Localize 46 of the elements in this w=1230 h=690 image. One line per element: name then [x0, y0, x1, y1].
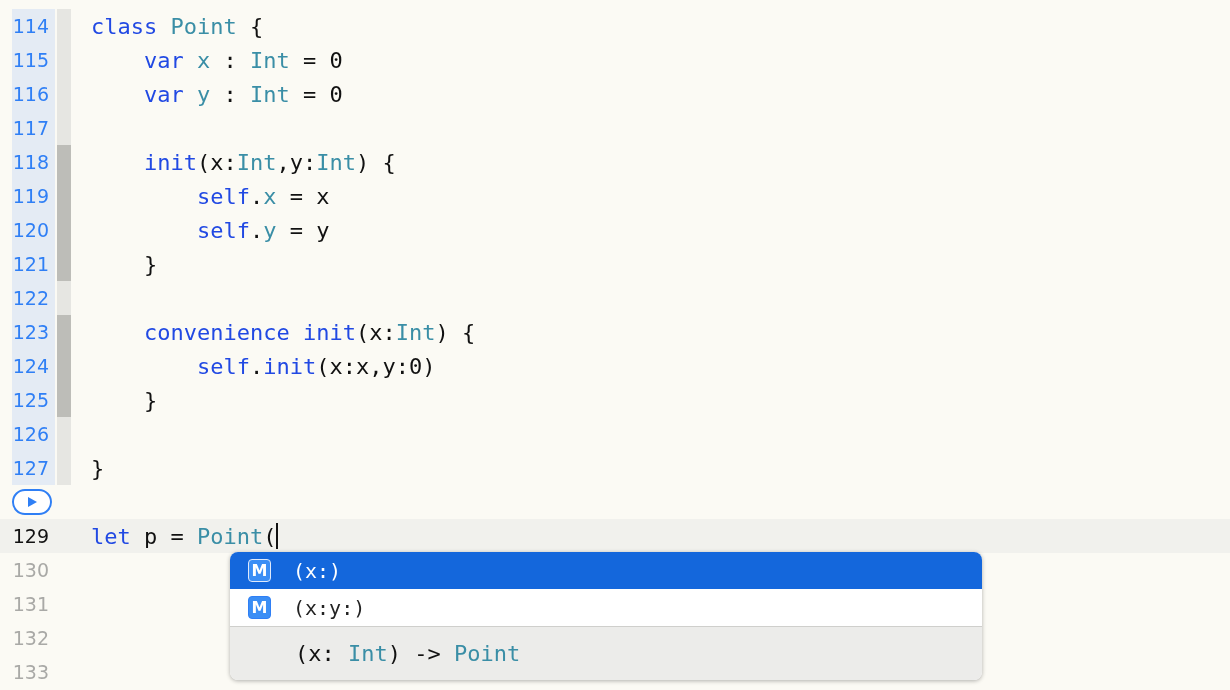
run-button[interactable] [12, 489, 52, 515]
line-number: 124 [12, 349, 55, 383]
code-line: self.x = x [195, 182, 330, 211]
text-cursor [276, 523, 279, 549]
line-number: 133 [12, 660, 50, 685]
line-number: 117 [12, 111, 55, 145]
code-line: init(x:Int,y:Int) { [142, 148, 396, 177]
line-number: 115 [12, 43, 55, 77]
code-line: var y : Int = 0 [142, 80, 343, 109]
line-number: 126 [12, 417, 55, 451]
line-number: 120 [12, 213, 55, 247]
line-number: 119 [12, 179, 55, 213]
line-number: 129 [12, 524, 50, 549]
fold-ribbon[interactable] [57, 145, 71, 179]
completion-item[interactable]: M (x:y:) [230, 589, 982, 626]
signature-detail: (x: Int) -> Point [230, 626, 982, 680]
code-line: let p = Point( [91, 522, 279, 551]
code-line: class Point { [91, 12, 264, 41]
fold-ribbon[interactable] [57, 383, 71, 417]
line-number: 121 [12, 247, 55, 281]
fold-ribbon[interactable] [57, 111, 71, 145]
line-number: 123 [12, 315, 55, 349]
line-number: 131 [12, 592, 50, 617]
method-badge: M [248, 559, 271, 582]
method-badge: M [248, 596, 271, 619]
code-line: var x : Int = 0 [142, 46, 343, 75]
fold-ribbon[interactable] [57, 281, 71, 315]
line-number: 132 [12, 626, 50, 651]
line-number: 130 [12, 558, 50, 583]
line-number: 127 [12, 451, 55, 485]
line-number: 118 [12, 145, 55, 179]
code-line: convenience init(x:Int) { [142, 318, 476, 347]
fold-ribbon[interactable] [57, 417, 71, 451]
code-line: self.init(x:x,y:0) [195, 352, 436, 381]
code-line: } [142, 250, 158, 279]
line-number: 114 [12, 9, 55, 43]
fold-ribbon[interactable] [57, 315, 71, 349]
line-number: 125 [12, 383, 55, 417]
line-number: 116 [12, 77, 55, 111]
play-icon [26, 496, 38, 508]
completion-item[interactable]: M (x:) [230, 552, 982, 589]
code-line: } [142, 386, 158, 415]
line-number: 122 [12, 281, 55, 315]
code-line: self.y = y [195, 216, 330, 245]
fold-ribbon[interactable] [57, 247, 71, 281]
code-line: } [91, 454, 105, 483]
